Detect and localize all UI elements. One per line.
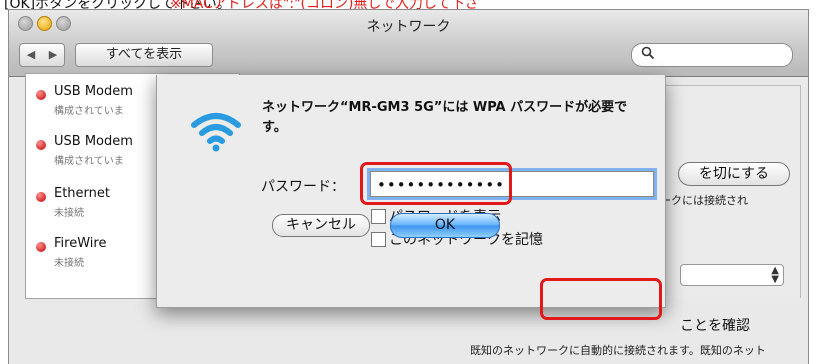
auto-join-description: 既知のネットワークに自動的に接続されます。既知のネット [470, 344, 766, 357]
back-arrow-icon: ◀ [26, 48, 36, 61]
ok-button[interactable]: OK [390, 213, 500, 238]
service-status: 未接続 [54, 258, 84, 269]
service-status: 構成されていま [54, 106, 124, 117]
search-icon [641, 46, 655, 64]
ask-to-join-text: ことを確認 [680, 318, 750, 334]
turn-off-button[interactable]: を切にする [678, 162, 790, 186]
connection-status-text: ークには接続され [660, 194, 748, 207]
service-name: USB Modem [54, 84, 133, 99]
service-name: FireWire [54, 236, 107, 251]
show-password-checkbox[interactable] [371, 209, 386, 224]
show-all-button[interactable]: すべてを表示 [75, 43, 213, 67]
remember-network-checkbox[interactable] [371, 232, 386, 247]
status-dot-icon [36, 90, 46, 100]
service-name: Ethernet [54, 186, 110, 201]
window-title: ネットワーク [366, 19, 451, 35]
ok-highlight-callout [540, 278, 662, 320]
network-name-select[interactable]: ▲ ▼ [680, 264, 784, 286]
service-name: USB Modem [54, 134, 133, 149]
back-button[interactable]: ◀ [19, 43, 43, 67]
status-dot-icon [36, 192, 46, 202]
status-dot-icon [36, 140, 46, 150]
cancel-button[interactable]: キャンセル [272, 214, 370, 237]
forward-arrow-icon: ▶ [48, 48, 58, 61]
dialog-heading: ネットワーク“MR-GM3 5G”には WPA パスワードが必要です。 [262, 100, 628, 135]
wifi-icon [191, 105, 241, 155]
password-label: パスワード： [261, 179, 345, 195]
title-bar: ネットワーク ◀ ▶ すべてを表示 [9, 10, 808, 77]
password-highlight-callout [360, 162, 512, 205]
forward-button[interactable]: ▶ [42, 43, 65, 67]
service-status: 構成されていま [54, 156, 124, 167]
search-field[interactable] [631, 43, 793, 67]
status-dot-icon [36, 242, 46, 252]
service-status: 未接続 [54, 208, 84, 219]
updown-arrows-icon: ▲ ▼ [771, 265, 779, 285]
